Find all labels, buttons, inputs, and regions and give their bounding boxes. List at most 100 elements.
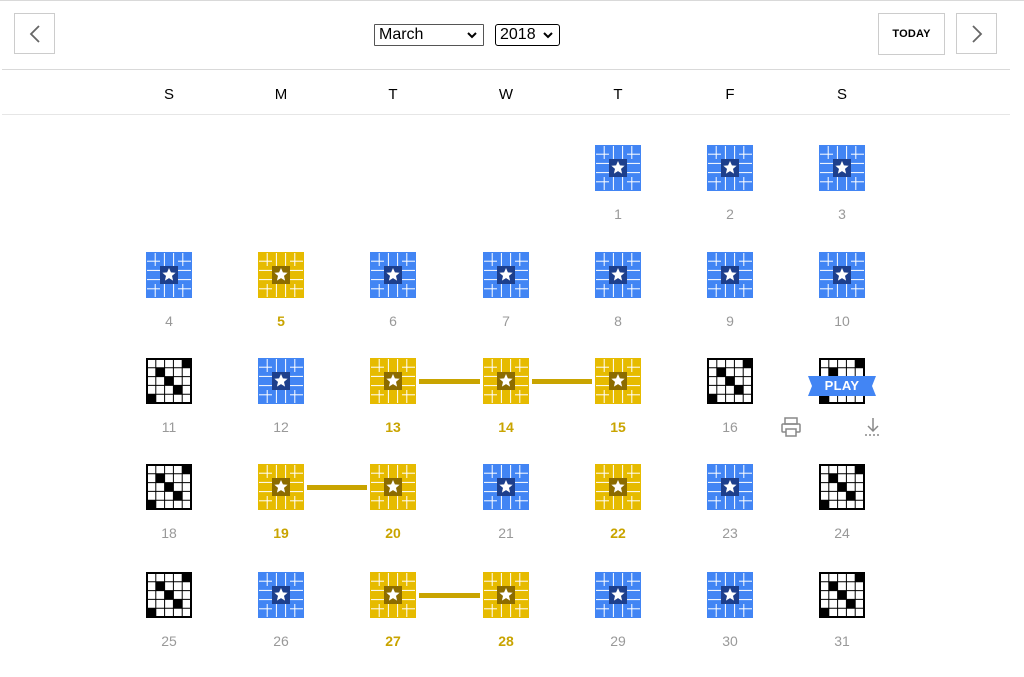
mini-crossword-icon[interactable] [819, 572, 865, 618]
day-number: 28 [498, 633, 514, 649]
day-number: 9 [726, 313, 734, 329]
calendar-day[interactable]: PLAY [781, 358, 892, 458]
blue-star-puzzle-icon[interactable] [258, 358, 304, 404]
gold-star-puzzle-icon[interactable] [370, 572, 416, 618]
calendar-day[interactable]: 24 [792, 464, 892, 564]
year-select-value: 2018 [500, 26, 536, 43]
previous-month-button[interactable] [14, 13, 55, 54]
blue-star-puzzle-icon[interactable] [707, 572, 753, 618]
blue-star-puzzle-icon[interactable] [819, 252, 865, 298]
calendar-day[interactable]: 14 [456, 358, 592, 458]
day-number: 16 [722, 419, 738, 435]
gold-star-puzzle-icon[interactable] [370, 358, 416, 404]
calendar-day[interactable]: 6 [343, 252, 443, 352]
blue-star-puzzle-icon[interactable] [146, 252, 192, 298]
calendar-day[interactable]: 31 [792, 572, 892, 672]
calendar-day[interactable]: 4 [119, 252, 219, 352]
blue-star-puzzle-icon[interactable] [707, 464, 753, 510]
chevron-left-icon [29, 24, 41, 44]
calendar-day[interactable]: 13 [343, 358, 480, 458]
blue-star-puzzle-icon[interactable] [483, 252, 529, 298]
gold-star-puzzle-icon[interactable] [483, 358, 529, 404]
calendar-day[interactable]: 15 [568, 358, 668, 458]
gold-star-puzzle-icon[interactable] [258, 464, 304, 510]
weekday-label: M [274, 86, 288, 103]
mini-crossword-icon[interactable] [819, 464, 865, 510]
today-button[interactable]: TODAY [878, 13, 945, 55]
next-month-button[interactable] [956, 13, 997, 54]
blue-star-puzzle-icon[interactable] [707, 145, 753, 191]
gold-star-puzzle-icon[interactable] [595, 358, 641, 404]
blue-star-puzzle-icon[interactable] [370, 252, 416, 298]
calendar-day[interactable]: 29 [568, 572, 668, 672]
year-select[interactable]: 2018 [495, 24, 560, 46]
day-number: 22 [610, 525, 626, 541]
weekday-label: W [498, 86, 514, 103]
blue-star-puzzle-icon[interactable] [258, 572, 304, 618]
calendar-day[interactable]: 11 [119, 358, 219, 458]
weekday-divider [2, 114, 1010, 115]
day-number: 30 [722, 633, 738, 649]
play-button[interactable]: PLAY [808, 376, 876, 396]
weekday-label: T [613, 86, 623, 103]
blue-star-puzzle-icon[interactable] [819, 145, 865, 191]
day-number: 8 [614, 313, 622, 329]
calendar-day[interactable]: 8 [568, 252, 668, 352]
day-number: 26 [273, 633, 289, 649]
mini-crossword-icon[interactable] [146, 358, 192, 404]
calendar-day[interactable]: 5 [231, 252, 331, 352]
calendar-day[interactable]: 10 [792, 252, 892, 352]
calendar-day[interactable]: 12 [231, 358, 331, 458]
calendar-day[interactable]: 22 [568, 464, 668, 564]
day-number: 7 [502, 313, 510, 329]
download-icon[interactable] [863, 416, 883, 438]
day-number: 5 [277, 313, 285, 329]
mini-crossword-icon[interactable] [146, 572, 192, 618]
day-number: 2 [726, 206, 734, 222]
day-number: 21 [498, 525, 514, 541]
calendar-day[interactable]: 21 [456, 464, 556, 564]
day-number: 1 [614, 206, 622, 222]
month-select[interactable]: March [374, 24, 484, 46]
weekday-label: T [388, 86, 398, 103]
calendar-day[interactable]: 28 [456, 572, 556, 672]
day-number: 29 [610, 633, 626, 649]
gold-star-puzzle-icon[interactable] [483, 572, 529, 618]
chevron-right-icon [971, 24, 983, 44]
gold-star-puzzle-icon[interactable] [370, 464, 416, 510]
calendar-day[interactable]: 23 [680, 464, 780, 564]
month-select-value: March [379, 26, 424, 43]
gold-star-puzzle-icon[interactable] [258, 252, 304, 298]
calendar-day[interactable]: 26 [231, 572, 331, 672]
day-number: 11 [161, 419, 177, 435]
chevron-down-icon [542, 29, 554, 41]
calendar-day[interactable]: 16 [680, 358, 780, 458]
day-number: 15 [610, 419, 626, 435]
blue-star-puzzle-icon[interactable] [595, 572, 641, 618]
blue-star-puzzle-icon[interactable] [595, 252, 641, 298]
day-number: 20 [385, 525, 401, 541]
print-icon[interactable] [780, 416, 802, 438]
mini-crossword-icon[interactable] [146, 464, 192, 510]
calendar-day[interactable]: 30 [680, 572, 780, 672]
blue-star-puzzle-icon[interactable] [707, 252, 753, 298]
gold-star-puzzle-icon[interactable] [595, 464, 641, 510]
calendar-day[interactable]: 27 [343, 572, 480, 672]
calendar-day[interactable]: 25 [119, 572, 219, 672]
calendar-day[interactable]: 3 [792, 145, 892, 245]
blue-star-puzzle-icon[interactable] [595, 145, 641, 191]
calendar-day[interactable]: 20 [343, 464, 443, 564]
day-number: 3 [838, 206, 846, 222]
calendar-day[interactable]: 19 [231, 464, 367, 564]
calendar-day[interactable]: 9 [680, 252, 780, 352]
weekday-label: S [836, 86, 847, 103]
mini-crossword-icon[interactable] [707, 358, 753, 404]
blue-star-puzzle-icon[interactable] [483, 464, 529, 510]
calendar-day[interactable]: 1 [568, 145, 668, 245]
day-number: 13 [385, 419, 401, 435]
weekday-label: S [163, 86, 174, 103]
calendar-day[interactable]: 2 [680, 145, 780, 245]
calendar-day[interactable]: 18 [119, 464, 219, 564]
calendar-day[interactable]: 7 [456, 252, 556, 352]
day-number: 18 [161, 525, 177, 541]
